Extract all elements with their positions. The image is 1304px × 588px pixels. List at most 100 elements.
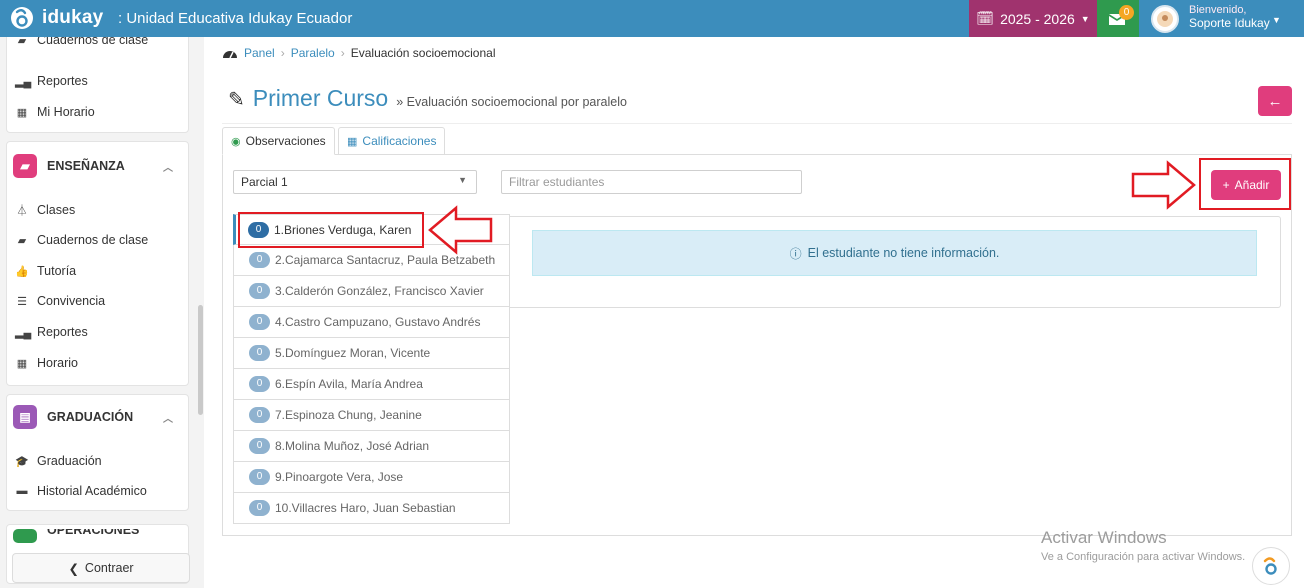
sidebar-item-label: Clases — [37, 203, 76, 217]
notebook-icon: ▰ — [17, 37, 27, 47]
sidebar-item-convivencia[interactable]: ☰ Convivencia — [15, 291, 105, 311]
sidebar-item-reportes[interactable]: ▂▄ Reportes — [15, 322, 88, 342]
sidebar-section-graduacion[interactable]: ▤ GRADUACIÓN ︿ — [13, 402, 185, 432]
divider — [222, 123, 1292, 124]
pencil-icon: ✎ — [228, 89, 245, 111]
sidebar-item-label: Mi Horario — [37, 105, 95, 119]
list-item[interactable]: 0 4.Castro Campuzano, Gustavo Andrés — [233, 307, 510, 338]
sidebar-item-label: Horario — [37, 356, 78, 370]
chat-widget-button[interactable] — [1252, 547, 1290, 585]
school-year-selector[interactable]: 🗓 2025 - 2026 ▼ — [969, 0, 1097, 37]
student-list: 0 1.Briones Verduga, Karen 0 2.Cajamarca… — [233, 214, 510, 524]
breadcrumb-current: Evaluación socioemocional — [350, 46, 496, 60]
messages-button[interactable]: 0 — [1097, 0, 1139, 37]
list-item[interactable]: 0 3.Calderón González, Francisco Xavier — [233, 276, 510, 307]
list-item[interactable]: 0 10.Villacres Haro, Juan Sebastian — [233, 493, 510, 524]
sidebar-section-operaciones[interactable]: OPERACIONES — [13, 529, 185, 543]
period-select[interactable]: Parcial 1 ▼ — [233, 170, 477, 194]
list-icon: ☰ — [17, 295, 27, 308]
sidebar-item-label: Reportes — [37, 325, 88, 339]
sidebar-scrollbar[interactable] — [198, 305, 203, 415]
student-name: 3.Calderón González, Francisco Xavier — [275, 284, 484, 298]
book-icon: ▰ — [13, 154, 37, 178]
notebook-icon: ▰ — [17, 234, 27, 247]
tab-label: Calificaciones — [362, 134, 437, 148]
student-name: 9.Pinoargote Vera, Jose — [275, 470, 404, 484]
sidebar-item-tutoria[interactable]: 👍 Tutoría — [15, 261, 76, 281]
period-select-value: Parcial 1 — [241, 175, 288, 189]
eye-icon: ◉ — [231, 135, 241, 148]
tab-observaciones[interactable]: ◉ Observaciones — [222, 127, 335, 155]
breadcrumb-paralelo[interactable]: Paralelo — [291, 46, 335, 60]
sidebar-item-reportes-top[interactable]: ▂▄ Reportes — [15, 71, 88, 91]
student-name: 10.Villacres Haro, Juan Sebastian — [275, 501, 456, 515]
tab-calificaciones[interactable]: ▦ Calificaciones — [338, 127, 446, 155]
student-name: 8.Molina Muñoz, José Adrian — [275, 439, 430, 453]
calendar-check-icon: 🗓 — [976, 10, 995, 26]
caret-down-icon: ▼ — [1080, 13, 1090, 24]
list-item[interactable]: 0 8.Molina Muñoz, José Adrian — [233, 431, 510, 462]
collapse-sidebar-button[interactable]: ❮ Contraer — [12, 553, 190, 583]
breadcrumb-panel[interactable]: Panel — [244, 46, 275, 60]
sidebar-item-label: Graduación — [37, 454, 102, 468]
sidebar-item-label: Historial Académico — [37, 484, 147, 498]
observation-count-badge: 0 — [249, 314, 270, 330]
observation-count-badge: 0 — [249, 407, 270, 423]
arrow-right-annotation-icon — [1131, 160, 1196, 210]
folder-open-icon: ▬ — [16, 485, 28, 497]
caret-down-icon: ▼ — [458, 175, 467, 185]
sidebar-item-cuadernos[interactable]: ▰ Cuadernos de clase — [15, 230, 148, 250]
dashboard-icon — [223, 51, 237, 59]
bar-chart-icon: ▂▄ — [15, 75, 32, 88]
list-item[interactable]: 0 9.Pinoargote Vera, Jose — [233, 462, 510, 493]
list-item[interactable]: 0 5.Domínguez Moran, Vicente — [233, 338, 510, 369]
section-title: OPERACIONES — [47, 529, 140, 537]
arrow-left-annotation-icon — [428, 205, 493, 255]
institution-name: : Unidad Educativa Idukay Ecuador — [118, 10, 353, 27]
sidebar-item-mi-horario[interactable]: ▦ Mi Horario — [15, 102, 95, 122]
idukay-chat-icon — [1263, 557, 1277, 575]
observation-count-badge: 0 — [249, 438, 270, 454]
breadcrumb-separator: › — [340, 46, 345, 60]
sidebar: ▰ Cuadernos de clase ▂▄ Reportes ▦ Mi Ho… — [0, 37, 204, 588]
top-bar: idukay : Unidad Educativa Idukay Ecuador… — [0, 0, 1304, 37]
user-menu[interactable]: Bienvenido, Soporte Idukay ▼ — [1139, 0, 1304, 37]
sidebar-item-clases[interactable]: ⏃ Clases — [15, 200, 76, 220]
sidebar-item-label: Convivencia — [37, 294, 106, 308]
messages-count-badge: 0 — [1119, 5, 1134, 20]
activation-watermark-title: Activar Windows — [1041, 528, 1167, 547]
student-name: 2.Cajamarca Santacruz, Paula Betzabeth — [275, 253, 496, 267]
page-subtitle: » Evaluación socioemocional por paralelo — [396, 95, 627, 109]
sidebar-item-label: Reportes — [37, 74, 88, 88]
section-title: GRADUACIÓN — [47, 410, 134, 424]
sidebar-item-cuadernos-top[interactable]: ▰ Cuadernos de clase — [15, 37, 148, 50]
sidebar-section-ensenanza[interactable]: ▰ ENSEÑANZA ︿ — [13, 151, 185, 181]
sidebar-item-label: Cuadernos de clase — [37, 37, 149, 47]
sidebar-item-horario[interactable]: ▦ Horario — [15, 353, 78, 373]
section-title: ENSEÑANZA — [47, 159, 125, 173]
observation-count-badge: 0 — [249, 283, 270, 299]
student-name: 6.Espín Avila, María Andrea — [275, 377, 423, 391]
observation-count-badge: 0 — [249, 376, 270, 392]
student-name: 7.Espinoza Chung, Jeanine — [275, 408, 422, 422]
flask-icon: ⏃ — [16, 205, 28, 217]
highlight-box-add — [1199, 158, 1291, 210]
brand-name[interactable]: idukay — [42, 7, 103, 29]
chevron-left-icon: ❮ — [68, 561, 79, 576]
sidebar-item-label: Tutoría — [37, 264, 77, 278]
back-button[interactable]: ← — [1258, 86, 1292, 116]
breadcrumb: Panel › Paralelo › Evaluación socioemoci… — [222, 46, 495, 60]
user-caret-down-icon: ▼ — [1272, 15, 1281, 25]
sidebar-item-historial[interactable]: ▬ Historial Académico — [15, 481, 147, 501]
collapse-label: Contraer — [84, 561, 134, 575]
student-filter-input[interactable] — [501, 170, 802, 194]
sidebar-item-graduacion[interactable]: 🎓 Graduación — [15, 451, 102, 471]
idukay-logo-icon[interactable] — [10, 6, 34, 30]
activation-watermark-text: Ve a Configuración para activar Windows. — [1041, 551, 1246, 563]
calendar-icon: ▦ — [16, 357, 28, 370]
list-item[interactable]: 0 6.Espín Avila, María Andrea — [233, 369, 510, 400]
thumbs-up-icon: 👍 — [15, 265, 29, 278]
chevron-up-icon: ︿ — [163, 162, 173, 174]
tab-label: Observaciones — [245, 134, 326, 148]
list-item[interactable]: 0 7.Espinoza Chung, Jeanine — [233, 400, 510, 431]
